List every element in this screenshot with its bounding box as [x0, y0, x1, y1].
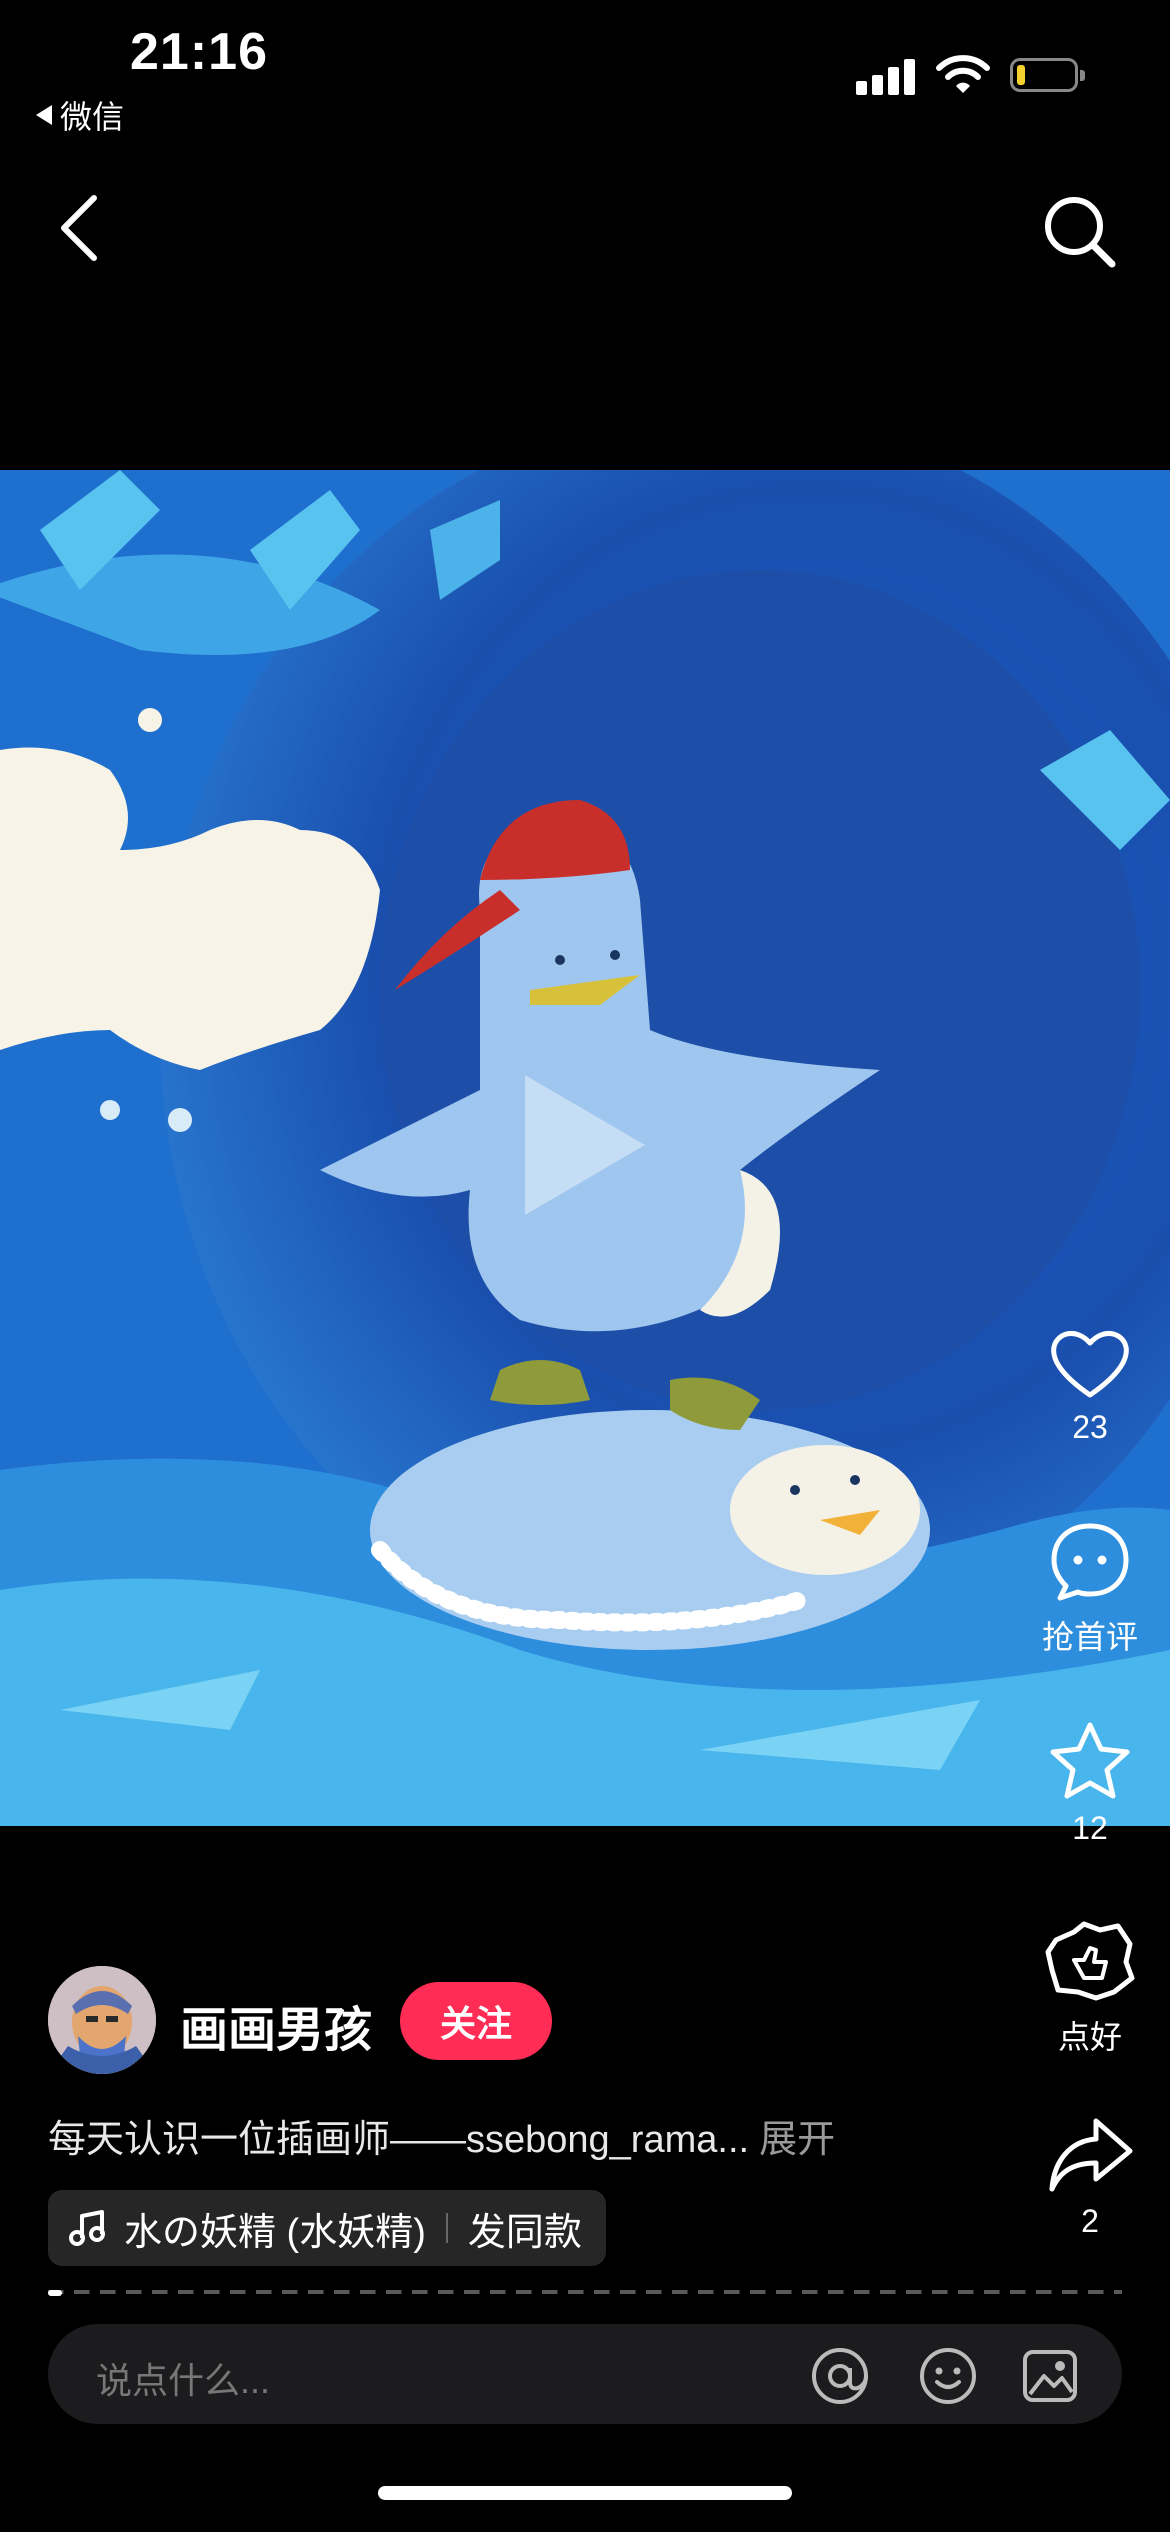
like-button[interactable]: 23	[1030, 1325, 1150, 1446]
like-count: 23	[1072, 1409, 1108, 1445]
search-icon[interactable]	[1040, 192, 1120, 272]
emoji-icon[interactable]	[918, 2346, 978, 2406]
back-to-app-button[interactable]: 微信	[36, 92, 124, 138]
heart-icon	[1051, 1331, 1129, 1398]
follow-button[interactable]: 关注	[400, 1982, 552, 2060]
home-indicator[interactable]	[378, 2486, 792, 2500]
play-icon[interactable]	[515, 1065, 655, 1225]
comment-input-bar[interactable]: 说点什么...	[48, 2324, 1122, 2424]
post-description: 每天认识一位插画师——ssebong_rama... 展开	[48, 2108, 835, 2163]
image-icon[interactable]	[1020, 2346, 1080, 2406]
recommend-label: 点好	[1057, 2019, 1122, 2055]
thumbs-up-badge-icon	[1045, 1921, 1135, 2001]
comment-bubble-icon	[1051, 1523, 1129, 1601]
chevron-left-icon[interactable]	[52, 192, 106, 264]
mention-icon[interactable]	[810, 2346, 870, 2406]
recommend-button[interactable]: 点好	[1030, 1920, 1150, 2058]
music-title: 水の妖精 (水妖精)	[124, 2211, 426, 2254]
star-icon	[1050, 1722, 1130, 1799]
progress-indicator[interactable]	[48, 2290, 62, 2296]
expand-link[interactable]: 展开	[759, 2119, 835, 2161]
comment-input-placeholder[interactable]: 说点什么...	[96, 2352, 270, 2404]
collect-count: 12	[1072, 1810, 1108, 1846]
use-same-music-button[interactable]: 发同款	[468, 2201, 582, 2256]
author-name[interactable]: 画画男孩	[180, 1990, 372, 2060]
music-divider	[445, 2213, 448, 2243]
back-triangle-icon	[36, 105, 52, 125]
music-chip[interactable]: 水の妖精 (水妖精) 发同款	[48, 2190, 606, 2266]
back-app-label: 微信	[60, 99, 125, 135]
cellular-signal-icon	[856, 55, 916, 95]
collect-button[interactable]: 12	[1030, 1720, 1150, 1847]
battery-icon	[1010, 58, 1085, 92]
author-avatar[interactable]	[48, 1966, 156, 2074]
music-note-icon	[69, 2210, 105, 2246]
avatar-image	[48, 1966, 156, 2074]
share-count: 2	[1081, 2203, 1099, 2239]
comment-button[interactable]: 抢首评	[1030, 1520, 1150, 1658]
share-arrow-icon	[1049, 2118, 1133, 2192]
description-text: 每天认识一位插画师——ssebong_rama...	[48, 2119, 750, 2161]
comment-label: 抢首评	[1041, 1619, 1138, 1655]
share-button[interactable]: 2	[1030, 2115, 1150, 2240]
status-time: 21:16	[130, 23, 268, 81]
wifi-icon	[936, 55, 990, 93]
video-progress-bar[interactable]	[48, 2290, 1122, 2296]
